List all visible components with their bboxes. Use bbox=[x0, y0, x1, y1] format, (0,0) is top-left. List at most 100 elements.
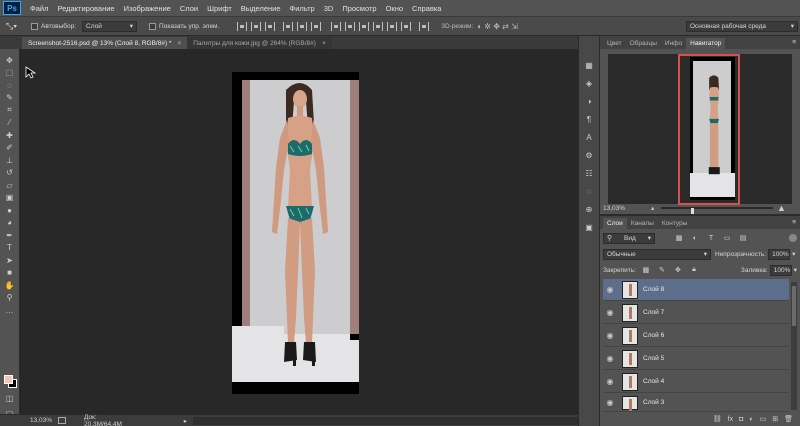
visibility-eye-icon[interactable]: ◉ bbox=[603, 285, 617, 294]
align-hcenter-icon[interactable] bbox=[297, 21, 308, 31]
menu-image[interactable]: Изображение bbox=[124, 4, 171, 13]
zoom-tool-icon[interactable]: ⚲ bbox=[3, 292, 17, 305]
healing-brush-tool-icon[interactable]: ✚ bbox=[3, 129, 17, 142]
brush-presets-icon[interactable]: ◌ bbox=[583, 184, 595, 198]
distribute-bottom-icon[interactable] bbox=[359, 21, 370, 31]
history-icon[interactable]: ▦ bbox=[583, 58, 595, 72]
path-select-tool-icon[interactable]: ➤ bbox=[3, 254, 17, 267]
align-right-icon[interactable] bbox=[311, 21, 322, 31]
paragraph-icon[interactable]: ¶ bbox=[583, 112, 595, 126]
tab-info[interactable]: Инфо bbox=[661, 38, 686, 49]
menu-select[interactable]: Выделение bbox=[241, 4, 281, 13]
layer-row[interactable]: ◉ Слой 7 bbox=[603, 302, 789, 324]
layer-row[interactable]: ◉ Слой 5 bbox=[603, 348, 789, 370]
new-adjustment-icon[interactable]: ◐ bbox=[749, 416, 753, 423]
layer-filter-dropdown[interactable]: ⚲ Вид ▾ bbox=[603, 232, 655, 244]
crop-tool-icon[interactable]: ⌗ bbox=[3, 104, 17, 117]
tab-paths[interactable]: Контуры bbox=[658, 218, 692, 229]
add-mask-icon[interactable]: ◘ bbox=[739, 416, 743, 423]
filter-adjustment-icon[interactable]: ◐ bbox=[689, 233, 701, 243]
close-icon[interactable]: × bbox=[322, 40, 326, 47]
clone-source-icon[interactable]: ⊕ bbox=[583, 202, 595, 216]
layer-name[interactable]: Слой 3 bbox=[643, 399, 664, 406]
visibility-eye-icon[interactable]: ◉ bbox=[603, 398, 617, 407]
menu-file[interactable]: Файл bbox=[30, 4, 48, 13]
clone-stamp-tool-icon[interactable]: ⊥ bbox=[3, 154, 17, 167]
auto-align-icon[interactable] bbox=[419, 21, 430, 31]
navigator-preview[interactable] bbox=[608, 54, 792, 205]
visibility-eye-icon[interactable]: ◉ bbox=[603, 377, 617, 386]
chevron-down-icon[interactable]: ▾ bbox=[794, 266, 797, 274]
autoselect-dropdown[interactable]: Слой ▾ bbox=[82, 20, 138, 32]
show-transform-checkbox[interactable] bbox=[149, 22, 157, 30]
styles-icon[interactable]: ▣ bbox=[583, 220, 595, 234]
layers-scrollbar[interactable] bbox=[791, 282, 797, 410]
autoselect-checkbox[interactable] bbox=[30, 22, 38, 30]
lasso-tool-icon[interactable]: ◌ bbox=[3, 79, 17, 92]
panel-menu-icon[interactable]: ≡ bbox=[792, 39, 796, 46]
quick-mask-icon[interactable]: ◫ bbox=[3, 392, 17, 405]
layer-name[interactable]: Слой 6 bbox=[643, 332, 664, 339]
filter-toggle[interactable] bbox=[789, 234, 797, 242]
tab-screenshot[interactable]: Screenshot-2516.psd @ 13% (Слой 8, RGB/8… bbox=[22, 37, 188, 49]
layer-name[interactable]: Слой 7 bbox=[643, 309, 664, 316]
eyedropper-tool-icon[interactable]: ⁄ bbox=[3, 117, 17, 130]
rotate-3d-icon[interactable]: ◐ ✲ ✥ ⇄ ⇲ bbox=[477, 22, 518, 31]
align-vcenter-icon[interactable] bbox=[251, 21, 262, 31]
menu-type[interactable]: Шрифт bbox=[207, 4, 232, 13]
chevron-down-icon[interactable]: ▾ bbox=[792, 250, 795, 258]
zoom-in-icon[interactable]: ▲ bbox=[777, 203, 786, 213]
visibility-eye-icon[interactable]: ◉ bbox=[603, 354, 617, 363]
navigator-view-box[interactable] bbox=[678, 54, 740, 205]
tab-swatches[interactable]: Образцы bbox=[626, 38, 661, 49]
layer-row[interactable]: ◉ Слой 3 bbox=[603, 394, 789, 412]
layer-row[interactable]: ◉ Слой 4 bbox=[603, 371, 789, 393]
marquee-tool-icon[interactable]: ⬚ bbox=[3, 67, 17, 80]
workspace-dropdown[interactable]: Основная рабочая среда ▾ bbox=[686, 20, 798, 32]
visibility-eye-icon[interactable]: ◉ bbox=[603, 308, 617, 317]
status-scrollbar[interactable] bbox=[193, 416, 578, 425]
delete-layer-icon[interactable]: 🗑︎ bbox=[784, 415, 793, 423]
zoom-out-icon[interactable]: ▴ bbox=[651, 204, 654, 212]
3d-panel-icon[interactable]: ◈ bbox=[583, 76, 595, 90]
history-brush-tool-icon[interactable]: ↺ bbox=[3, 167, 17, 180]
hand-tool-icon[interactable]: ✋ bbox=[3, 279, 17, 292]
menu-filter[interactable]: Фильтр bbox=[290, 4, 315, 13]
status-zoom[interactable]: 13,03% bbox=[30, 417, 52, 424]
filter-smart-icon[interactable]: ▤ bbox=[737, 233, 749, 243]
tab-skin-palettes[interactable]: Палитры для кожи.jpg @ 264% (RGB/8#) × bbox=[187, 37, 332, 49]
adjustments-icon[interactable]: ◑ bbox=[583, 94, 595, 108]
align-bottom-icon[interactable] bbox=[265, 21, 276, 31]
tab-channels[interactable]: Каналы bbox=[627, 218, 658, 229]
menu-view[interactable]: Просмотр bbox=[342, 4, 376, 13]
eraser-tool-icon[interactable]: ▱ bbox=[3, 179, 17, 192]
blur-tool-icon[interactable]: ● bbox=[3, 204, 17, 217]
move-tool-preset-icon[interactable]: ⤡▾ bbox=[6, 21, 17, 32]
menu-layers[interactable]: Слои bbox=[180, 4, 198, 13]
tab-color[interactable]: Цвет bbox=[603, 38, 626, 49]
new-group-icon[interactable]: ▭ bbox=[760, 415, 767, 423]
distribute-top-icon[interactable] bbox=[331, 21, 342, 31]
distribute-hcenter-icon[interactable] bbox=[387, 21, 398, 31]
dodge-tool-icon[interactable]: ◕ bbox=[3, 217, 17, 230]
move-tool-icon[interactable]: ✥ bbox=[3, 54, 17, 67]
navigator-zoom-slider[interactable] bbox=[661, 207, 773, 216]
blend-mode-dropdown[interactable]: Обычные ▾ bbox=[603, 248, 711, 260]
filter-type-icon[interactable]: T bbox=[705, 233, 717, 243]
layer-name[interactable]: Слой 8 bbox=[643, 286, 664, 293]
foreground-color-swatch[interactable] bbox=[4, 375, 13, 384]
tab-navigator[interactable]: Навигатор bbox=[686, 38, 726, 49]
visibility-eye-icon[interactable]: ◉ bbox=[603, 331, 617, 340]
distribute-left-icon[interactable] bbox=[373, 21, 384, 31]
scrollbar-thumb[interactable] bbox=[792, 286, 796, 326]
character-icon[interactable]: A bbox=[583, 130, 595, 144]
menu-3d[interactable]: 3D bbox=[324, 4, 334, 13]
close-icon[interactable]: × bbox=[177, 40, 181, 47]
layer-row[interactable]: ◉ Слой 8 bbox=[603, 279, 789, 301]
lock-all-icon[interactable]: 🔒︎ bbox=[688, 265, 700, 275]
lock-transparent-icon[interactable]: ▩ bbox=[640, 265, 652, 275]
lock-position-icon[interactable]: ✥ bbox=[672, 265, 684, 275]
filter-pixel-icon[interactable]: ▩ bbox=[673, 233, 685, 243]
fill-field[interactable]: 100% bbox=[769, 264, 792, 276]
lock-pixels-icon[interactable]: ✎ bbox=[656, 265, 668, 275]
